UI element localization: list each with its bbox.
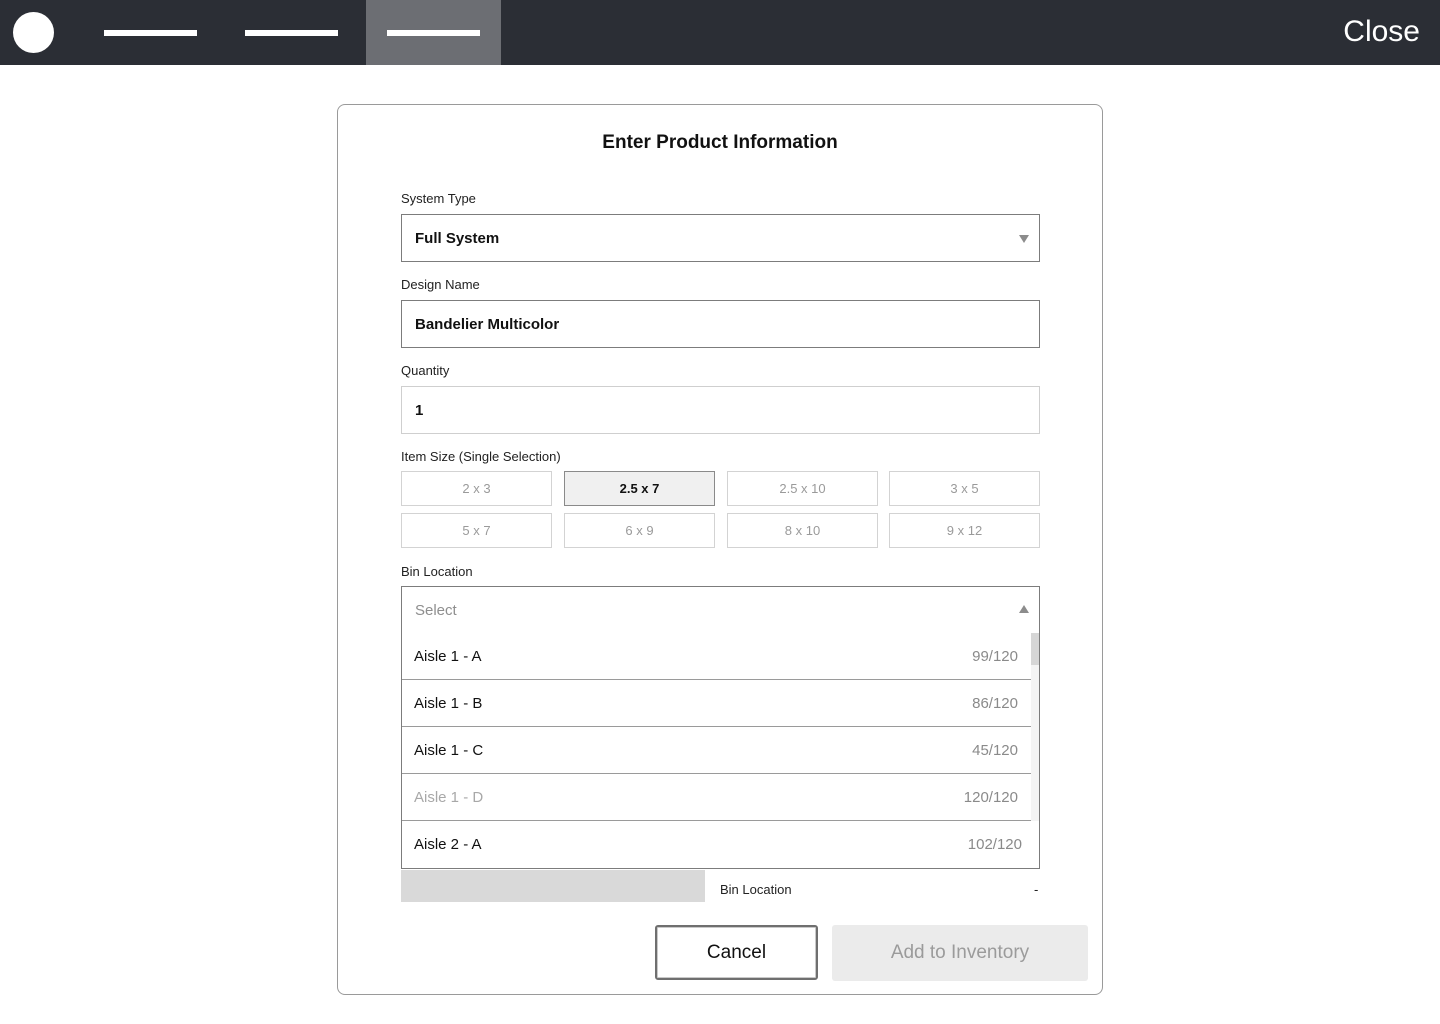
bin-option-name: Aisle 1 - A (414, 647, 482, 665)
size-option-3x5[interactable]: 3 x 5 (889, 471, 1040, 506)
quantity-input[interactable]: 1 (401, 386, 1040, 434)
chevron-down-icon (1019, 235, 1029, 243)
add-to-inventory-button[interactable]: Add to Inventory (832, 925, 1088, 981)
item-size-grid: 2 x 3 2.5 x 7 2.5 x 10 3 x 5 5 x 7 6 x 9… (401, 471, 1041, 549)
size-option-5x7[interactable]: 5 x 7 (401, 513, 552, 548)
bin-option-count: 45/120 (972, 741, 1018, 759)
nav-tab-3-placeholder (387, 30, 480, 36)
system-type-label: System Type (401, 191, 476, 206)
size-option-8x10[interactable]: 8 x 10 (727, 513, 878, 548)
bin-option-aisle-1-b[interactable]: Aisle 1 - B 86/120 (402, 680, 1032, 727)
nav-tab-2[interactable] (225, 0, 358, 65)
close-button[interactable]: Close (1343, 14, 1420, 50)
size-option-2-5x10[interactable]: 2.5 x 10 (727, 471, 878, 506)
product-preview-placeholder (401, 870, 705, 902)
quantity-value: 1 (415, 401, 424, 419)
system-type-select[interactable]: Full System (401, 214, 1040, 262)
bin-option-count: 99/120 (972, 647, 1018, 665)
size-option-2-5x7-selected[interactable]: 2.5 x 7 (564, 471, 715, 506)
dropdown-scrollbar-thumb[interactable] (1031, 633, 1039, 665)
size-option-6x9[interactable]: 6 x 9 (564, 513, 715, 548)
system-type-value: Full System (415, 229, 500, 247)
item-size-label: Item Size (Single Selection) (401, 449, 561, 464)
cancel-button[interactable]: Cancel (655, 925, 818, 980)
chevron-up-icon (1019, 605, 1029, 613)
summary-bin-location-label: Bin Location (720, 882, 792, 897)
product-info-modal: Enter Product Information System Type Fu… (337, 104, 1103, 995)
bin-location-label: Bin Location (401, 564, 473, 579)
bin-option-aisle-2-a[interactable]: Aisle 2 - A 102/120 (402, 821, 1039, 868)
bin-option-aisle-1-d-disabled: Aisle 1 - D 120/120 (402, 774, 1032, 821)
bin-location-placeholder: Select (415, 601, 457, 619)
nav-tab-3-active[interactable] (366, 0, 501, 65)
design-name-label: Design Name (401, 277, 480, 292)
bin-option-count: 86/120 (972, 694, 1018, 712)
modal-title: Enter Product Information (602, 132, 838, 153)
bin-option-name: Aisle 2 - A (414, 836, 482, 853)
bin-option-aisle-1-a[interactable]: Aisle 1 - A 99/120 (402, 633, 1032, 680)
bin-location-dropdown-list: Aisle 1 - A 99/120 Aisle 1 - B 86/120 Ai… (401, 633, 1040, 869)
bin-option-count: 120/120 (963, 788, 1018, 806)
quantity-label: Quantity (401, 363, 450, 378)
nav-tab-1-placeholder (104, 30, 197, 36)
bin-option-aisle-1-c[interactable]: Aisle 1 - C 45/120 (402, 727, 1032, 774)
bin-option-name: Aisle 1 - C (414, 741, 484, 759)
logo-avatar[interactable] (13, 12, 54, 53)
bin-option-name: Aisle 1 - B (414, 694, 483, 712)
design-name-input[interactable]: Bandelier Multicolor (401, 300, 1040, 348)
bin-option-name: Aisle 1 - D (414, 788, 484, 806)
nav-tab-2-placeholder (245, 30, 338, 36)
top-navigation-bar: Close (0, 0, 1440, 65)
size-option-9x12[interactable]: 9 x 12 (889, 513, 1040, 548)
bin-location-select[interactable]: Select (401, 586, 1040, 634)
nav-tab-1[interactable] (84, 0, 217, 65)
design-name-value: Bandelier Multicolor (415, 315, 560, 333)
bin-option-count: 102/120 (967, 836, 1022, 853)
size-option-2x3[interactable]: 2 x 3 (401, 471, 552, 506)
dropdown-scrollbar[interactable] (1031, 633, 1039, 821)
summary-bin-location-value: - (1034, 882, 1039, 897)
